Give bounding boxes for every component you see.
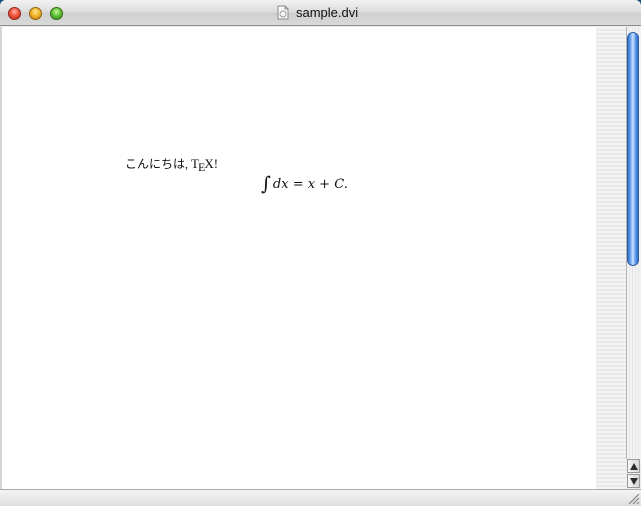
- tex-logo-x: X: [204, 156, 214, 171]
- arrow-down-icon: [630, 478, 638, 485]
- tex-logo: TEX!: [191, 156, 219, 174]
- document-icon[interactable]: [276, 5, 290, 20]
- scroll-up-button[interactable]: [627, 459, 640, 473]
- formula-expression: dx = x + C.: [272, 177, 348, 192]
- tex-logo-e: E: [197, 160, 206, 174]
- greeting-text: こんにちは,: [125, 157, 189, 171]
- viewer-window: sample.dvi こんにちは, TEX! ∫ dx = x + C.: [0, 0, 641, 506]
- integral-symbol: ∫: [261, 173, 271, 195]
- scroll-track-strip: [596, 27, 626, 489]
- minimize-button[interactable]: [29, 7, 42, 20]
- resize-grip-icon[interactable]: [626, 491, 640, 505]
- scrollbar-thumb[interactable]: [627, 32, 639, 266]
- zoom-button[interactable]: [50, 7, 63, 20]
- integral-formula: ∫ dx = x + C.: [261, 171, 348, 195]
- dvi-page-view[interactable]: こんにちは, TEX! ∫ dx = x + C.: [2, 27, 596, 489]
- title-bar[interactable]: sample.dvi: [0, 0, 641, 26]
- greeting-line: こんにちは, TEX!: [125, 155, 219, 174]
- window-title: sample.dvi: [296, 5, 359, 20]
- close-button[interactable]: [8, 7, 21, 20]
- exclamation-mark: !: [213, 156, 219, 171]
- arrow-up-icon: [630, 463, 638, 470]
- scroll-down-button[interactable]: [627, 474, 640, 488]
- bottom-bar: [0, 489, 641, 506]
